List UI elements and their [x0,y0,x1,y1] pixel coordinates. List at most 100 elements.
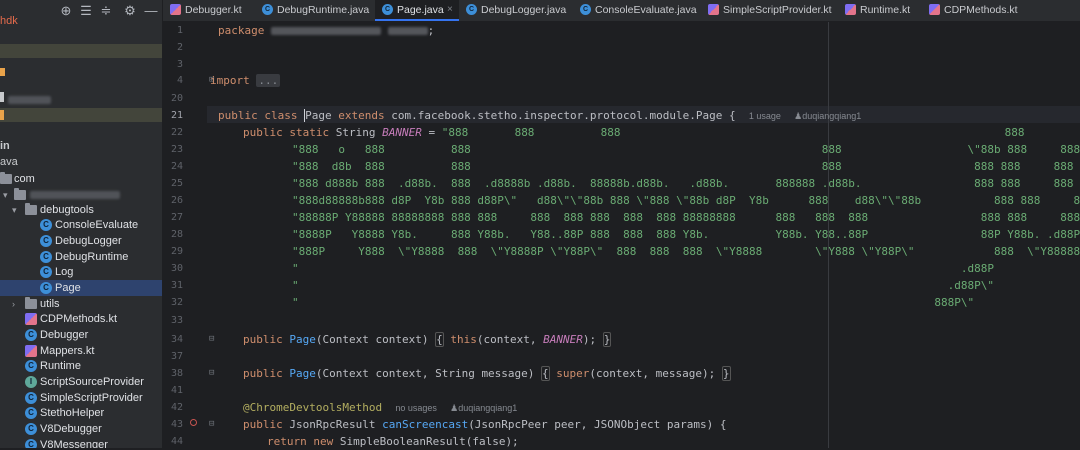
chevron-down-icon[interactable]: ▾ [12,203,22,217]
line-number: 29 [170,246,183,257]
java-class-icon: C [40,282,52,294]
code-line-return: return new SimpleBooleanResult(false); [267,435,519,448]
tab-debugger-kt[interactable]: Debugger.kt [163,0,255,21]
code-line: package ; [218,24,435,37]
kotlin-file-icon [25,345,37,357]
code-line-constructor: public Page(Context context, String mess… [243,366,731,381]
java-class-icon: C [40,266,52,278]
expand-all-icon[interactable]: ☰ [78,3,94,19]
redacted-text [270,27,381,35]
tree-row-consoleevaluate[interactable]: C ConsoleEvaluate [0,217,162,233]
tab-simplescriptprovider-kt[interactable]: SimpleScriptProvider.kt [701,0,838,21]
redacted-text [8,96,51,104]
truncated-label: ava [0,156,18,168]
kotlin-file-icon [929,4,940,15]
tree-row-debuglogger[interactable]: C DebugLogger [0,233,162,249]
redacted-text [387,27,428,35]
line-number: 44 [170,436,183,447]
tree-row-com[interactable]: com [0,171,162,187]
close-icon[interactable]: × [447,4,453,16]
tree-row-utils[interactable]: › utils [0,296,162,312]
redacted-text [30,191,120,199]
line-number: 41 [170,385,183,396]
tree-row-scriptsourceprovider[interactable]: I ScriptSourceProvider [0,374,162,390]
java-class-icon: C [25,407,37,419]
tree-row-v8debugger[interactable]: C V8Debugger [0,421,162,437]
locate-icon[interactable]: ⊕ [58,3,74,19]
folder-icon [14,188,26,200]
collapse-all-icon[interactable]: ≑ [98,3,114,19]
tree-row-debugger[interactable]: C Debugger [0,327,162,343]
code-line-class-decl: public class Page extends com.facebook.s… [218,109,862,122]
code-line-banner: " .d88P\" \n" [292,279,994,292]
tree-row-runtime[interactable]: C Runtime [0,358,162,374]
chevron-right-icon[interactable]: › [12,297,22,311]
kotlin-file-icon [25,313,37,325]
tab-debuglogger-java[interactable]: C DebugLogger.java [459,0,573,21]
line-number: 24 [170,161,183,172]
code-line-banner: "888 d888b 888 .d88b. 888 .d8888b .d88b.… [292,177,1074,190]
tree-row-simplescriptprovider[interactable]: C SimpleScriptProvider [0,390,162,406]
line-number-gutter[interactable]: 1 2 3 4 20 21 22 23 24 25 26 27 28 29 30… [163,22,214,448]
tree-row-highlight [0,44,162,58]
line-number: 28 [170,229,183,240]
line-number: 32 [170,297,183,308]
code-editor[interactable]: package ; import ... public class Page e… [207,22,1080,448]
tree-row-debugtools[interactable]: ▾ debugtools [0,202,162,218]
author-icon: ♟ [450,403,459,413]
tree-row-package[interactable]: ▾ [0,187,162,203]
tab-cdpmethods-kt[interactable]: CDPMethods.kt [922,0,1032,21]
tab-runtime-kt[interactable]: Runtime.kt [838,0,922,21]
tree-row-stethohelper[interactable]: C StethoHelper [0,405,162,421]
java-class-icon: C [25,423,37,435]
code-line-banner: "8888P Y8888 Y8b. 888 Y88b. Y88..88P 888… [292,228,1080,241]
tab-consoleevaluate-java[interactable]: C ConsoleEvaluate.java [573,0,701,21]
java-class-icon: C [40,251,52,263]
java-class-icon: C [40,219,52,231]
tree-row-v8messenger[interactable]: C V8Messenger [0,437,162,448]
tab-page-java[interactable]: C Page.java × [375,0,459,21]
code-line-banner: "88888P Y88888 88888888 888 888 888 888 … [292,211,1080,224]
kotlin-file-icon [845,4,856,15]
overriding-method-icon[interactable] [190,419,197,426]
module-marker [0,92,4,102]
line-number: 3 [176,59,183,70]
tree-row-log[interactable]: C Log [0,264,162,280]
tree-row-mappers[interactable]: Mappers.kt [0,343,162,359]
code-line-banner: "888P Y888 \"Y8888 888 \"Y8888P \"Y88P\"… [292,245,1080,258]
java-class-icon: C [25,439,37,448]
author-hint: duqiangqiang1 [802,111,862,121]
kotlin-file-icon [170,4,181,15]
settings-gear-icon[interactable]: ⚙ [122,3,138,19]
line-number: 4 [176,75,183,86]
java-class-icon: C [25,360,37,372]
code-line-constructor: public Page(Context context) { this(cont… [243,332,612,347]
tree-row-page[interactable]: C Page [0,280,162,296]
line-number: 30 [170,263,183,274]
code-line-banner: " .d88P \n" [292,262,994,275]
line-number: 22 [170,127,183,138]
interface-icon: I [25,376,37,388]
kotlin-file-icon [708,4,719,15]
line-number: 37 [170,351,183,362]
line-number: 31 [170,280,183,291]
code-line: public static String BANNER = "888 888 8… [243,126,1025,139]
tree-row-highlight [0,108,162,122]
java-class-icon: C [466,4,477,15]
line-number-current: 21 [170,110,183,121]
tree-row-cdpmethods[interactable]: CDPMethods.kt [0,311,162,327]
java-class-icon: C [25,329,37,341]
module-marker [0,110,4,120]
code-line-banner: "888d88888b888 d8P Y8b 888 d88P\" d88\"\… [292,194,1080,207]
java-class-icon: C [580,4,591,15]
tree-row-debugruntime[interactable]: C DebugRuntime [0,249,162,265]
truncated-label: in [0,140,10,152]
code-line: import ... [210,74,281,87]
usages-hint: no usages [395,403,437,413]
line-number: 42 [170,402,183,413]
chevron-down-icon[interactable]: ▾ [3,188,13,202]
hide-minus-icon[interactable]: — [143,3,159,19]
line-number: 25 [170,178,183,189]
line-number: 34 [170,334,183,345]
tab-debugruntime-java[interactable]: C DebugRuntime.java [255,0,375,21]
